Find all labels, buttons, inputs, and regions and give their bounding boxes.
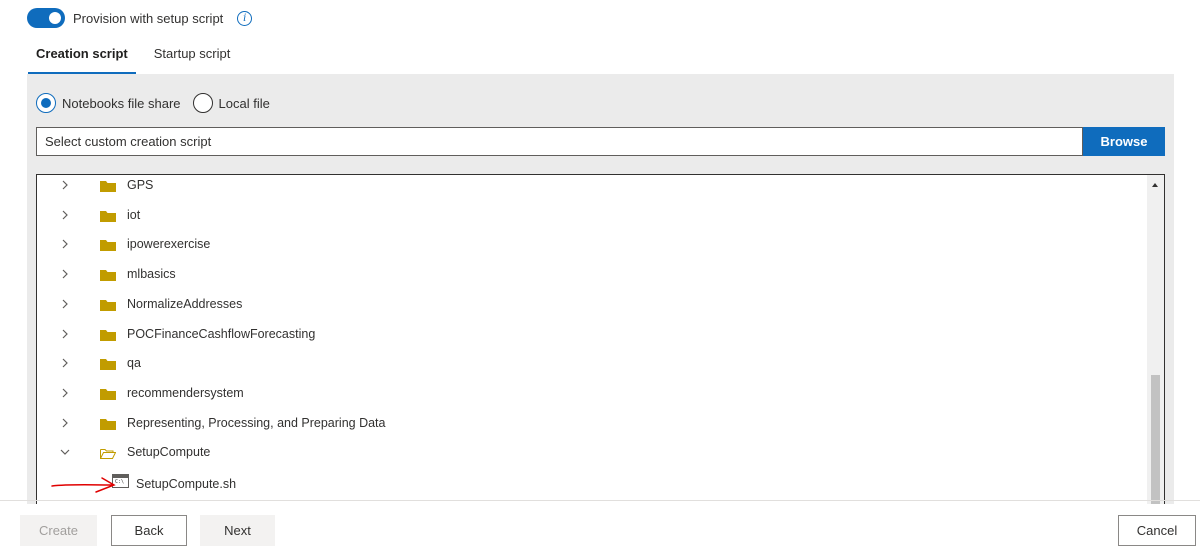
tree-folder-item[interactable]: iot bbox=[37, 200, 1147, 230]
provision-toggle-row: Provision with setup script i bbox=[27, 6, 253, 30]
tree-folder-label: ipowerexercise bbox=[127, 237, 211, 252]
folder-icon bbox=[100, 180, 116, 192]
cancel-button[interactable]: Cancel bbox=[1118, 515, 1196, 546]
tree-file-item[interactable]: C:\ SetupCompute.sh bbox=[37, 469, 1147, 499]
tree-folder-label: GPS bbox=[127, 178, 154, 192]
chevron-right-icon[interactable] bbox=[58, 267, 72, 281]
folder-icon bbox=[100, 210, 116, 222]
scroll-up-arrow-icon[interactable] bbox=[1152, 183, 1158, 187]
tree-folder-item[interactable]: Representing, Processing, and Preparing … bbox=[37, 408, 1147, 438]
radio-button[interactable] bbox=[192, 93, 213, 113]
tree-folder-label: POCFinanceCashflowForecasting bbox=[127, 326, 316, 341]
chevron-right-icon[interactable] bbox=[58, 356, 72, 370]
radio-button-checked[interactable] bbox=[36, 93, 56, 113]
radio-notebooks-file-share[interactable]: Notebooks file share bbox=[36, 93, 181, 113]
radio-label: Notebooks file share bbox=[62, 95, 181, 111]
tree-folder-label: SetupCompute bbox=[127, 445, 211, 460]
tree-folder-item[interactable]: SetupCompute bbox=[37, 437, 1147, 467]
folder-icon bbox=[100, 329, 116, 341]
create-button[interactable]: Create bbox=[20, 515, 97, 546]
tab-creation-script[interactable]: Creation script bbox=[28, 40, 136, 74]
folder-icon bbox=[100, 418, 116, 430]
tree-folder-item[interactable]: POCFinanceCashflowForecasting bbox=[37, 319, 1147, 349]
creation-script-panel: Notebooks file share Local file Browse G… bbox=[27, 74, 1174, 504]
tree-folder-label: Representing, Processing, and Preparing … bbox=[127, 415, 386, 430]
tree-folder-item[interactable]: NormalizeAddresses bbox=[37, 289, 1147, 319]
red-arrow-annotation bbox=[51, 477, 116, 493]
chevron-right-icon[interactable] bbox=[58, 327, 72, 341]
folder-open-icon bbox=[100, 447, 117, 460]
provision-toggle[interactable] bbox=[27, 8, 65, 28]
chevron-right-icon[interactable] bbox=[58, 297, 72, 311]
tab-startup-script[interactable]: Startup script bbox=[146, 40, 239, 74]
tree-scrollbar[interactable] bbox=[1147, 175, 1164, 504]
chevron-right-icon[interactable] bbox=[58, 178, 72, 192]
folder-icon bbox=[100, 269, 116, 282]
folder-icon bbox=[100, 239, 116, 252]
tree-file-label: SetupCompute.sh bbox=[136, 477, 237, 491]
scroll-thumb[interactable] bbox=[1151, 375, 1160, 504]
tree-folder-item[interactable]: mlbasics bbox=[37, 259, 1147, 289]
browse-button[interactable]: Browse bbox=[1083, 127, 1165, 156]
tree-folder-item[interactable]: recommendersystem bbox=[37, 378, 1147, 408]
source-radio-group: Notebooks file share Local file bbox=[36, 93, 282, 113]
footer-divider bbox=[0, 500, 1200, 501]
provision-toggle-label: Provision with setup script bbox=[73, 10, 224, 26]
script-path-input[interactable] bbox=[36, 127, 1083, 156]
script-tabs: Creation script Startup script bbox=[28, 40, 248, 74]
tree-folder-item[interactable]: ipowerexercise bbox=[37, 229, 1147, 259]
chevron-down-icon[interactable] bbox=[58, 445, 72, 459]
chevron-right-icon[interactable] bbox=[58, 237, 72, 251]
tree-folder-label: iot bbox=[127, 207, 141, 222]
tree-folder-label: recommendersystem bbox=[127, 385, 244, 400]
tree-folder-label: mlbasics bbox=[127, 267, 176, 282]
next-button[interactable]: Next bbox=[200, 515, 275, 546]
chevron-right-icon[interactable] bbox=[58, 386, 72, 400]
tree-folder-label: NormalizeAddresses bbox=[127, 296, 243, 311]
tree-folder-label: qa bbox=[127, 356, 141, 371]
tree-folder-item[interactable]: GPS bbox=[37, 175, 1147, 200]
tree-folder-item[interactable]: qa bbox=[37, 348, 1147, 378]
info-icon[interactable]: i bbox=[237, 10, 253, 26]
folder-icon bbox=[100, 299, 116, 311]
file-tree: GPS iot ipowerexercise mlbasics NormalizeAdd… bbox=[36, 174, 1165, 504]
folder-icon bbox=[100, 388, 116, 400]
chevron-right-icon[interactable] bbox=[58, 416, 72, 430]
toggle-knob bbox=[49, 12, 61, 24]
chevron-right-icon[interactable] bbox=[58, 208, 72, 222]
folder-icon bbox=[100, 358, 116, 371]
radio-label: Local file bbox=[218, 95, 270, 111]
radio-local-file[interactable]: Local file bbox=[192, 93, 270, 113]
back-button[interactable]: Back bbox=[111, 515, 187, 546]
